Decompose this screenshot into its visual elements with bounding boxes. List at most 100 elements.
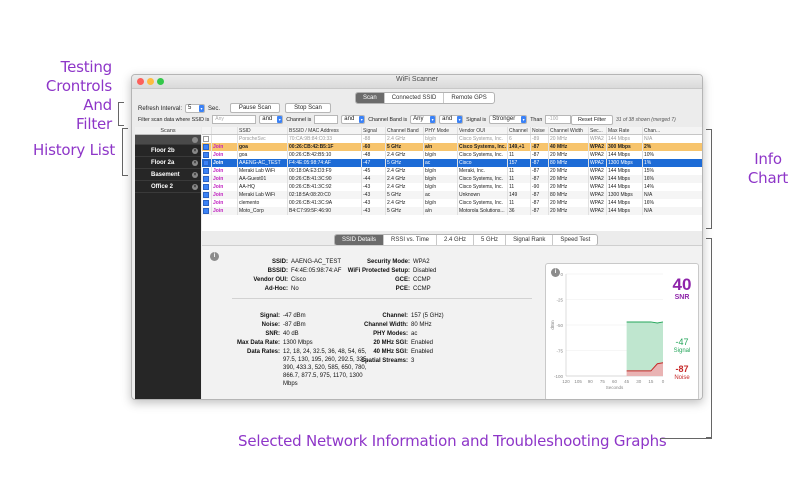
refresh-interval-select[interactable]: 5 ▾ [185, 104, 206, 113]
col-header-sec[interactable]: Sec... [589, 127, 607, 134]
join-cell[interactable]: Join [212, 183, 238, 191]
col-header-channel[interactable]: Channel [508, 127, 531, 134]
col-header-signal[interactable]: Signal [362, 127, 386, 134]
and-select-3[interactable]: and ▾ [439, 115, 464, 124]
join-cell[interactable]: Join [212, 167, 238, 175]
detail-value: Cisco [291, 277, 307, 283]
col-header-rate[interactable]: Max Rate [607, 127, 643, 134]
row-checkbox[interactable] [203, 176, 209, 182]
row-check-cell[interactable] [202, 159, 212, 167]
row-checkbox[interactable] [203, 136, 209, 142]
join-cell[interactable]: Join [212, 159, 238, 167]
row-check-cell[interactable] [202, 175, 212, 183]
row-check-cell[interactable] [202, 191, 212, 199]
col-header-chan-util[interactable]: Chan... [643, 127, 667, 134]
col-header-bssid[interactable]: BSSID / MAC Address [288, 127, 362, 134]
sidebar-item-basement[interactable]: Basement × [135, 169, 201, 181]
channel-filter-input[interactable] [314, 115, 339, 124]
row-check-cell[interactable] [202, 207, 212, 215]
row-checkbox[interactable] [203, 208, 209, 214]
join-link[interactable]: Join [213, 144, 223, 150]
table-row[interactable]: Join AA-HQ 00:26:CB:41:3C:92 -43 2.4 GHz b/g/… [202, 183, 702, 191]
join-cell[interactable]: Join [212, 151, 238, 159]
row-checkbox[interactable] [203, 144, 209, 150]
and-select-1[interactable]: and ▾ [259, 115, 284, 124]
pause-scan-button[interactable]: Pause Scan [230, 103, 280, 113]
tab-ssid-details[interactable]: SSID Details [335, 235, 385, 245]
row-check-cell[interactable] [202, 135, 212, 143]
ssid-filter-input[interactable]: Any [212, 115, 257, 124]
join-link[interactable]: Join [213, 160, 223, 166]
join-cell[interactable]: Join [212, 199, 238, 207]
col-header-phy[interactable]: PHY Mode [424, 127, 458, 134]
table-row[interactable]: Join goa 00:26:CB:42:B5:1F -60 5 GHz a/n Cisco… [202, 143, 702, 151]
join-link[interactable]: Join [213, 200, 223, 206]
join-link[interactable]: Join [213, 168, 223, 174]
col-header-check[interactable] [202, 127, 212, 134]
cell-vendor: Cisco Systems, Inc. [458, 135, 508, 143]
row-checkbox[interactable] [203, 192, 209, 198]
than-input[interactable]: -100 [545, 115, 572, 124]
sidebar-item-office-2[interactable]: Office 2 × [135, 181, 201, 193]
row-checkbox[interactable] [203, 200, 209, 206]
col-header-band[interactable]: Channel Band [386, 127, 424, 134]
callout-history-list: History List [33, 141, 115, 159]
cell-channel: 11 [508, 167, 531, 175]
tab-speed-test[interactable]: Speed Test [553, 235, 597, 245]
col-header-vendor[interactable]: Vendor OUI [458, 127, 508, 134]
col-header-noise[interactable]: Noise [531, 127, 549, 134]
tab-signal-rank[interactable]: Signal Rank [506, 235, 554, 245]
close-icon[interactable]: × [192, 160, 198, 166]
close-icon[interactable]: × [192, 184, 198, 190]
row-check-cell[interactable] [202, 151, 212, 159]
sidebar-item-floor-2a[interactable]: Floor 2a × [135, 157, 201, 169]
and-select-2[interactable]: and ▾ [341, 115, 366, 124]
sidebar-item-floor-2b[interactable]: Floor 2b × [135, 145, 201, 157]
tab-remote-gps[interactable]: Remote GPS [444, 93, 493, 103]
row-checkbox[interactable] [203, 168, 209, 174]
col-header-width[interactable]: Channel Width [549, 127, 589, 134]
table-row[interactable]: Join AAENG-AC_TEST F4:4E:05:98:74:AF -47 5 G… [202, 159, 702, 167]
reset-filter-button[interactable]: Reset Filter [571, 115, 613, 125]
signal-select[interactable]: Stronger ▾ [489, 115, 528, 124]
stop-scan-button[interactable]: Stop Scan [285, 103, 331, 113]
row-check-cell[interactable] [202, 167, 212, 175]
snr-value: 40 [672, 275, 692, 294]
close-icon[interactable]: × [192, 148, 198, 154]
join-link[interactable]: Join [213, 208, 223, 214]
row-check-cell[interactable] [202, 143, 212, 151]
table-row[interactable]: Join Meraki Lab WiFi 00:18:0A:E3:D3:F9 -45 2… [202, 167, 702, 175]
tab-scan[interactable]: Scan [356, 93, 385, 103]
join-cell[interactable]: Join [212, 143, 238, 151]
band-select[interactable]: Any ▾ [410, 115, 437, 124]
info-icon[interactable]: i [210, 252, 219, 261]
col-header-ssid[interactable]: SSID [238, 127, 288, 134]
join-link[interactable]: Join [213, 184, 223, 190]
table-row[interactable]: Join Moto_Corp B4:C7:99:5F:46:90 -43 5 GHz a/… [202, 207, 702, 215]
close-icon[interactable]: × [192, 172, 198, 178]
join-cell[interactable]: Join [212, 207, 238, 215]
table-row[interactable]: Join goa 00:26:CB:42:B5:10 -48 2.4 GHz b/g/n C… [202, 151, 702, 159]
sidebar-item-current[interactable] [135, 135, 201, 145]
tab-2-4-ghz[interactable]: 2.4 GHz [437, 235, 475, 245]
row-checkbox[interactable] [203, 152, 209, 158]
cell-band: 2.4 GHz [386, 151, 424, 159]
join-cell[interactable]: Join [212, 191, 238, 199]
row-checkbox[interactable] [203, 160, 209, 166]
table-row[interactable]: Join clemento 00:26:CB:41:3C:9A -43 2.4 GHz b… [202, 199, 702, 207]
join-cell[interactable]: Join [212, 175, 238, 183]
row-checkbox[interactable] [203, 184, 209, 190]
tab-5-ghz[interactable]: 5 GHz [474, 235, 507, 245]
table-row[interactable]: Join AA-Guest01 00:26:CB:41:3C:90 -44 2.4 GH… [202, 175, 702, 183]
table-row[interactable]: Join Meraki Lab WiFi 02:18:5A:08:20:C0 -43 5… [202, 191, 702, 199]
join-cell[interactable] [212, 135, 238, 143]
join-link[interactable]: Join [213, 192, 223, 198]
row-check-cell[interactable] [202, 199, 212, 207]
close-icon[interactable] [192, 137, 198, 143]
tab-rssi-vs-time[interactable]: RSSI vs. Time [384, 235, 438, 245]
tab-connected-ssid[interactable]: Connected SSID [385, 93, 445, 103]
row-check-cell[interactable] [202, 183, 212, 191]
join-link[interactable]: Join [213, 176, 223, 182]
join-link[interactable]: Join [213, 152, 223, 158]
table-row[interactable]: PorscheSvc 70:CA:9B:84:C0:33 -88 2.4 GHz b/g… [202, 135, 702, 143]
